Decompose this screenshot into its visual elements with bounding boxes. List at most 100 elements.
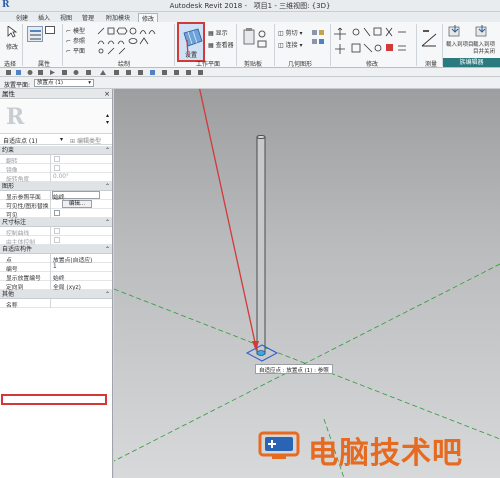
modify-tools-icons[interactable]: [334, 26, 414, 56]
tab-modify[interactable]: 修改: [138, 13, 159, 23]
title-bar: R Autodesk Revit 2018 - 项目1 - 三维视图: {3D}: [0, 0, 500, 12]
chevron-down-icon: ▾: [88, 80, 91, 86]
cut-button[interactable]: ◫ 剪切 ▾: [278, 28, 303, 37]
collapse-icon[interactable]: ⌃: [105, 182, 110, 191]
properties-icon[interactable]: [27, 26, 43, 42]
revit-type-icon: R: [6, 104, 25, 130]
watermark-text: 电脑技术吧: [308, 436, 463, 471]
workplane-settings-label: 设置: [185, 52, 198, 59]
load-into-project-icon[interactable]: [448, 24, 462, 38]
workplane-show-button[interactable]: ▦ 显示: [208, 28, 228, 37]
property-row: 显示放置编号 始终: [0, 272, 112, 282]
scroll-arrow-icon[interactable]: ▴ ▾: [106, 112, 109, 126]
family-editor-panel-label: 族编辑器: [443, 58, 500, 67]
property-group-header[interactable]: 图形 ⌃: [0, 182, 112, 191]
tab-manage[interactable]: 管理: [82, 13, 94, 22]
quick-access-row: [0, 68, 500, 77]
edit-type-button[interactable]: ⊞ 编辑类型: [70, 136, 101, 145]
collapse-icon[interactable]: ⌃: [105, 146, 110, 155]
property-divider: [50, 209, 51, 218]
tab-view[interactable]: 视图: [60, 13, 72, 22]
type-selector-row: 自适应点 (1) ▾ ⊞ 编辑类型: [0, 135, 112, 145]
panel-geometry-label: 几何图形: [288, 61, 313, 68]
placement-plane-select[interactable]: 放置点 (1) ▾: [34, 79, 94, 87]
panel-properties-label: 属性: [38, 61, 51, 68]
workplane-viewer-button[interactable]: ▦ 查看器: [208, 40, 234, 49]
collapse-icon[interactable]: ⌃: [105, 290, 110, 299]
load-into-project-close-button[interactable]: 载入到项目并关闭: [473, 42, 500, 56]
property-group-header[interactable]: 自适应构件 ⌃: [0, 245, 112, 254]
annotation-arrow: [198, 89, 257, 348]
panel-divider: [330, 24, 331, 66]
tab-addins[interactable]: 附加模块: [106, 13, 130, 22]
draw-reference-button[interactable]: ⌐ 参照: [66, 36, 85, 45]
draw-plane-button[interactable]: ⌐ 平面: [66, 46, 85, 55]
tab-insert[interactable]: 插入: [38, 13, 50, 22]
geometry-tools-icon[interactable]: [310, 28, 326, 48]
property-row: 控制曲线: [0, 227, 112, 237]
adaptive-column[interactable]: [256, 136, 266, 355]
chevron-down-icon[interactable]: ▾: [60, 136, 63, 143]
draw-tools-icons[interactable]: [96, 26, 156, 56]
property-divider: [50, 272, 51, 281]
panel-draw-label: 绘制: [118, 61, 131, 68]
close-icon[interactable]: ×: [104, 89, 110, 99]
property-row: 可见: [0, 209, 112, 219]
property-checkbox[interactable]: [54, 210, 60, 216]
placement-plane-label: 放置平面:: [4, 82, 31, 89]
property-divider: [50, 254, 51, 263]
type-properties-icon[interactable]: [45, 26, 55, 34]
ribbon-tabs: 创建 插入 视图 管理 附加模块 修改: [0, 12, 500, 23]
panel-divider: [174, 24, 175, 66]
hover-tooltip: 自适应点 : 放置点 (1) : 参照: [255, 364, 333, 374]
tab-create[interactable]: 创建: [16, 13, 28, 22]
property-row: 编号 1: [0, 263, 112, 273]
collapse-icon[interactable]: ⌃: [105, 245, 110, 254]
property-divider: [50, 227, 51, 236]
adaptive-point-icon[interactable]: [256, 350, 266, 356]
property-divider: [50, 155, 51, 164]
modify-cursor-icon[interactable]: [7, 25, 18, 38]
computer-logo-icon: [258, 431, 300, 459]
panel-workplane-label: 工作平面: [196, 61, 221, 68]
edit-visibility-button[interactable]: 编辑...: [62, 200, 92, 208]
measure-icon[interactable]: [420, 28, 440, 50]
draw-model-line-button[interactable]: ⌐ 模型: [66, 26, 85, 35]
property-group-header[interactable]: 约束 ⌃: [0, 146, 112, 155]
property-divider: [50, 299, 51, 308]
workplane-settings-highlight[interactable]: 设置: [177, 22, 205, 62]
property-divider: [50, 200, 51, 209]
property-value[interactable]: 1: [53, 264, 57, 270]
load-into-project-close-icon[interactable]: [475, 24, 489, 38]
panel-select-label: 选择: [4, 61, 17, 68]
orient-to-highlight: [1, 394, 107, 405]
property-group-header[interactable]: 尺寸标注 ⌃: [0, 218, 112, 227]
property-checkbox: [54, 228, 60, 234]
panel-divider: [62, 24, 63, 66]
quick-access-icons[interactable]: [4, 68, 244, 77]
type-preview: R ▴ ▾: [0, 100, 112, 134]
load-into-project-button[interactable]: 载入到项目: [446, 42, 474, 49]
property-row: 可见性/图形替换 编辑...: [0, 200, 112, 210]
3d-viewport[interactable]: 自适应点 : 放置点 (1) : 参照: [114, 89, 500, 478]
property-row: 镜像: [0, 164, 112, 174]
property-row: 点放置点(自适应): [0, 254, 112, 264]
property-row: 显示参照平面 始终: [0, 191, 112, 201]
type-selector[interactable]: 自适应点 (1): [3, 136, 37, 145]
panel-measure-label: 测量: [425, 61, 438, 68]
workplane-settings-icon: [183, 28, 203, 47]
property-row: 定向到 全局 (xyz): [0, 281, 112, 291]
property-checkbox: [54, 165, 60, 171]
properties-header: 属性 ×: [0, 89, 112, 99]
modify-button[interactable]: 修改: [6, 42, 18, 51]
window-title: Autodesk Revit 2018 - 项目1 - 三维视图: {3D}: [169, 2, 331, 10]
collapse-icon[interactable]: ⌃: [105, 218, 110, 227]
properties-palette: 属性 × R ▴ ▾ 自适应点 (1) ▾ ⊞ 编辑类型 约束 ⌃ 翻转 镜像 旋转角度 0…: [0, 89, 113, 478]
panel-clipboard-label: 剪贴板: [244, 61, 263, 68]
join-button[interactable]: ◫ 连接 ▾: [278, 40, 303, 49]
property-divider: [50, 281, 51, 290]
property-divider: [50, 263, 51, 272]
clipboard-icons[interactable]: [242, 26, 270, 52]
property-group-header[interactable]: 其他 ⌃: [0, 290, 112, 299]
property-key: 名称: [6, 303, 18, 309]
